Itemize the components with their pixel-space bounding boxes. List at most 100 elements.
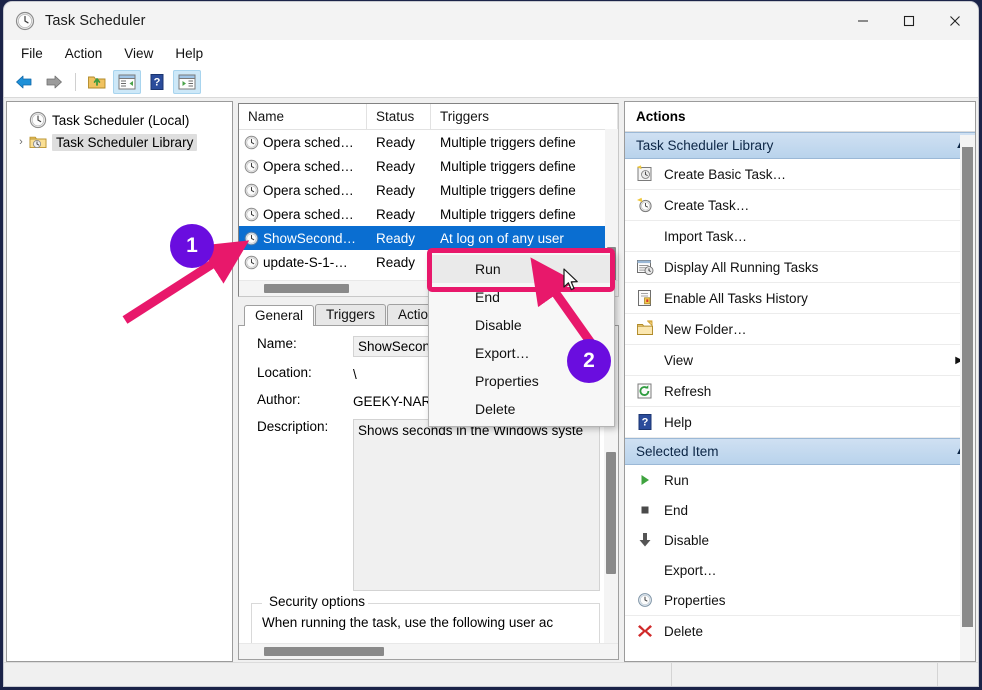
action-label: Run (664, 472, 689, 488)
task-name: Opera sched… (263, 206, 354, 222)
show-hide-console-tree-icon[interactable] (113, 70, 141, 94)
tree-item-task-scheduler-local[interactable]: Task Scheduler (Local) (7, 109, 232, 131)
actions-pane: Actions Task Scheduler Library ▲ Create … (624, 101, 976, 662)
tab-general[interactable]: General (244, 305, 315, 326)
action-help[interactable]: ? Help (625, 407, 975, 438)
action-label: Help (664, 414, 692, 430)
action-selected-export[interactable]: Export… (625, 555, 975, 585)
task-name: Opera sched… (263, 182, 354, 198)
action-label: Create Task… (664, 197, 750, 213)
create-task-icon (636, 196, 654, 214)
running-tasks-icon (636, 258, 654, 276)
table-row[interactable]: Opera sched… Ready Multiple triggers def… (239, 130, 618, 154)
task-triggers: Multiple triggers define (440, 182, 576, 198)
task-clock-icon (244, 135, 259, 150)
show-hide-action-pane-icon[interactable] (173, 70, 201, 94)
action-enable-all-tasks-history[interactable]: Enable All Tasks History (625, 283, 975, 314)
action-label: Create Basic Task… (664, 166, 787, 182)
scrollbar-thumb[interactable] (606, 452, 616, 574)
scrollbar-thumb[interactable] (264, 647, 384, 656)
detail-horizontal-scrollbar[interactable] (239, 643, 618, 659)
tree-item-label: Task Scheduler (Local) (52, 112, 190, 128)
svg-text:?: ? (154, 77, 161, 89)
task-name: Opera sched… (263, 158, 354, 174)
forward-icon[interactable] (40, 70, 68, 94)
window-controls (840, 2, 978, 40)
back-icon[interactable] (10, 70, 38, 94)
action-selected-disable[interactable]: Disable (625, 525, 975, 555)
help-icon[interactable]: ? (143, 70, 171, 94)
actions-pane-scrollbar[interactable] (960, 135, 975, 661)
action-selected-end[interactable]: End (625, 495, 975, 525)
title-bar: Task Scheduler (4, 2, 978, 40)
actions-group-label: Task Scheduler Library (636, 138, 774, 153)
annotation-badge-1: 1 (170, 224, 214, 268)
action-create-task[interactable]: Create Task… (625, 190, 975, 221)
clock-icon (636, 591, 654, 609)
task-triggers: Multiple triggers define (440, 158, 576, 174)
actions-group-task-scheduler-library[interactable]: Task Scheduler Library ▲ (625, 132, 975, 159)
action-import-task[interactable]: Import Task… (625, 221, 975, 252)
scrollbar-thumb[interactable] (962, 147, 973, 627)
tab-triggers[interactable]: Triggers (315, 304, 387, 325)
field-label-author: Author: (257, 392, 301, 407)
red-x-icon (636, 622, 654, 640)
clock-icon (29, 111, 47, 129)
menu-bar: File Action View Help (4, 40, 978, 67)
task-clock-icon (244, 255, 259, 270)
column-header-status[interactable]: Status (367, 104, 431, 129)
action-selected-run[interactable]: Run (625, 465, 975, 495)
field-description: Description: Shows seconds in the Window… (239, 419, 618, 591)
table-row-selected[interactable]: ShowSecond… Ready At log on of any user (239, 226, 618, 250)
chevron-right-icon[interactable]: › (13, 136, 29, 148)
status-cell-middle (672, 663, 938, 686)
menu-file[interactable]: File (10, 43, 54, 64)
task-status: Ready (376, 158, 416, 174)
stop-square-icon (636, 501, 654, 519)
menu-help[interactable]: Help (164, 43, 214, 64)
help-icon: ? (636, 413, 654, 431)
task-status: Ready (376, 254, 416, 270)
description-value[interactable]: Shows seconds in the Windows syste (353, 419, 600, 591)
task-triggers: At log on of any user (440, 230, 564, 246)
action-new-folder[interactable]: New Folder… (625, 314, 975, 345)
action-display-all-running-tasks[interactable]: Display All Running Tasks (625, 252, 975, 283)
field-label-location: Location: (257, 365, 312, 380)
toolbar: ? (4, 67, 978, 98)
action-selected-delete[interactable]: Delete (625, 616, 975, 646)
action-label: Enable All Tasks History (664, 290, 808, 306)
column-header-triggers[interactable]: Triggers (431, 104, 618, 129)
window-title: Task Scheduler (45, 13, 146, 29)
task-status: Ready (376, 206, 416, 222)
actions-group-selected-item[interactable]: Selected Item ▲ (625, 438, 975, 465)
action-label: Display All Running Tasks (664, 259, 819, 275)
action-refresh[interactable]: Refresh (625, 376, 975, 407)
action-view[interactable]: View ▶ (625, 345, 975, 376)
maximize-button[interactable] (886, 2, 932, 40)
action-label: Delete (664, 623, 704, 639)
field-label-description: Description: (257, 419, 329, 434)
action-selected-properties[interactable]: Properties (625, 585, 975, 616)
scrollbar-thumb[interactable] (264, 284, 349, 293)
table-row[interactable]: Opera sched… Ready Multiple triggers def… (239, 178, 618, 202)
close-button[interactable] (932, 2, 978, 40)
context-menu-item-disable[interactable]: Disable (429, 311, 614, 339)
action-label: End (664, 502, 689, 518)
minimize-button[interactable] (840, 2, 886, 40)
action-create-basic-task[interactable]: Create Basic Task… (625, 159, 975, 190)
task-name: Opera sched… (263, 134, 354, 150)
menu-action[interactable]: Action (54, 43, 114, 64)
new-folder-icon (636, 320, 654, 338)
context-menu-item-delete[interactable]: Delete (429, 395, 614, 423)
up-one-level-icon[interactable] (83, 70, 111, 94)
action-label: View (664, 352, 694, 368)
action-label: Import Task… (664, 228, 748, 244)
tree-item-task-scheduler-library[interactable]: › Task Scheduler Library (7, 131, 232, 153)
table-row[interactable]: Opera sched… Ready Multiple triggers def… (239, 202, 618, 226)
table-row[interactable]: Opera sched… Ready Multiple triggers def… (239, 154, 618, 178)
folder-clock-icon (29, 133, 47, 151)
svg-text:?: ? (642, 417, 649, 429)
action-label: Export… (664, 562, 717, 578)
column-header-name[interactable]: Name (239, 104, 367, 129)
menu-view[interactable]: View (113, 43, 164, 64)
